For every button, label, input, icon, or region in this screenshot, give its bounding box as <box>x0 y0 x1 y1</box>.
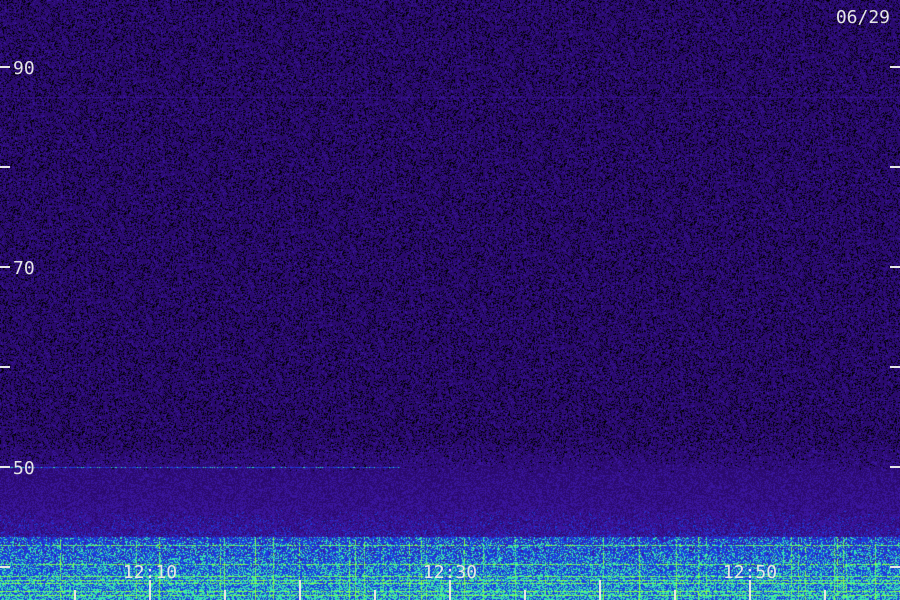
y-axis-left: 90 70 50 <box>0 58 35 568</box>
y-tick-label: 50 <box>13 458 35 479</box>
x-axis: 12:10 12:30 12:50 <box>74 562 826 600</box>
x-tick-label: 12:30 <box>423 562 477 583</box>
y-axis-right <box>890 66 900 568</box>
y-tick-label: 70 <box>13 258 35 279</box>
axes-overlay: 90 70 50 12:10 12:30 12:50 06/29 <box>0 7 900 600</box>
y-tick-label: 90 <box>13 58 35 79</box>
date-label: 06/29 <box>836 7 890 28</box>
x-tick-label: 12:10 <box>123 562 177 583</box>
x-tick-label: 12:50 <box>723 562 777 583</box>
